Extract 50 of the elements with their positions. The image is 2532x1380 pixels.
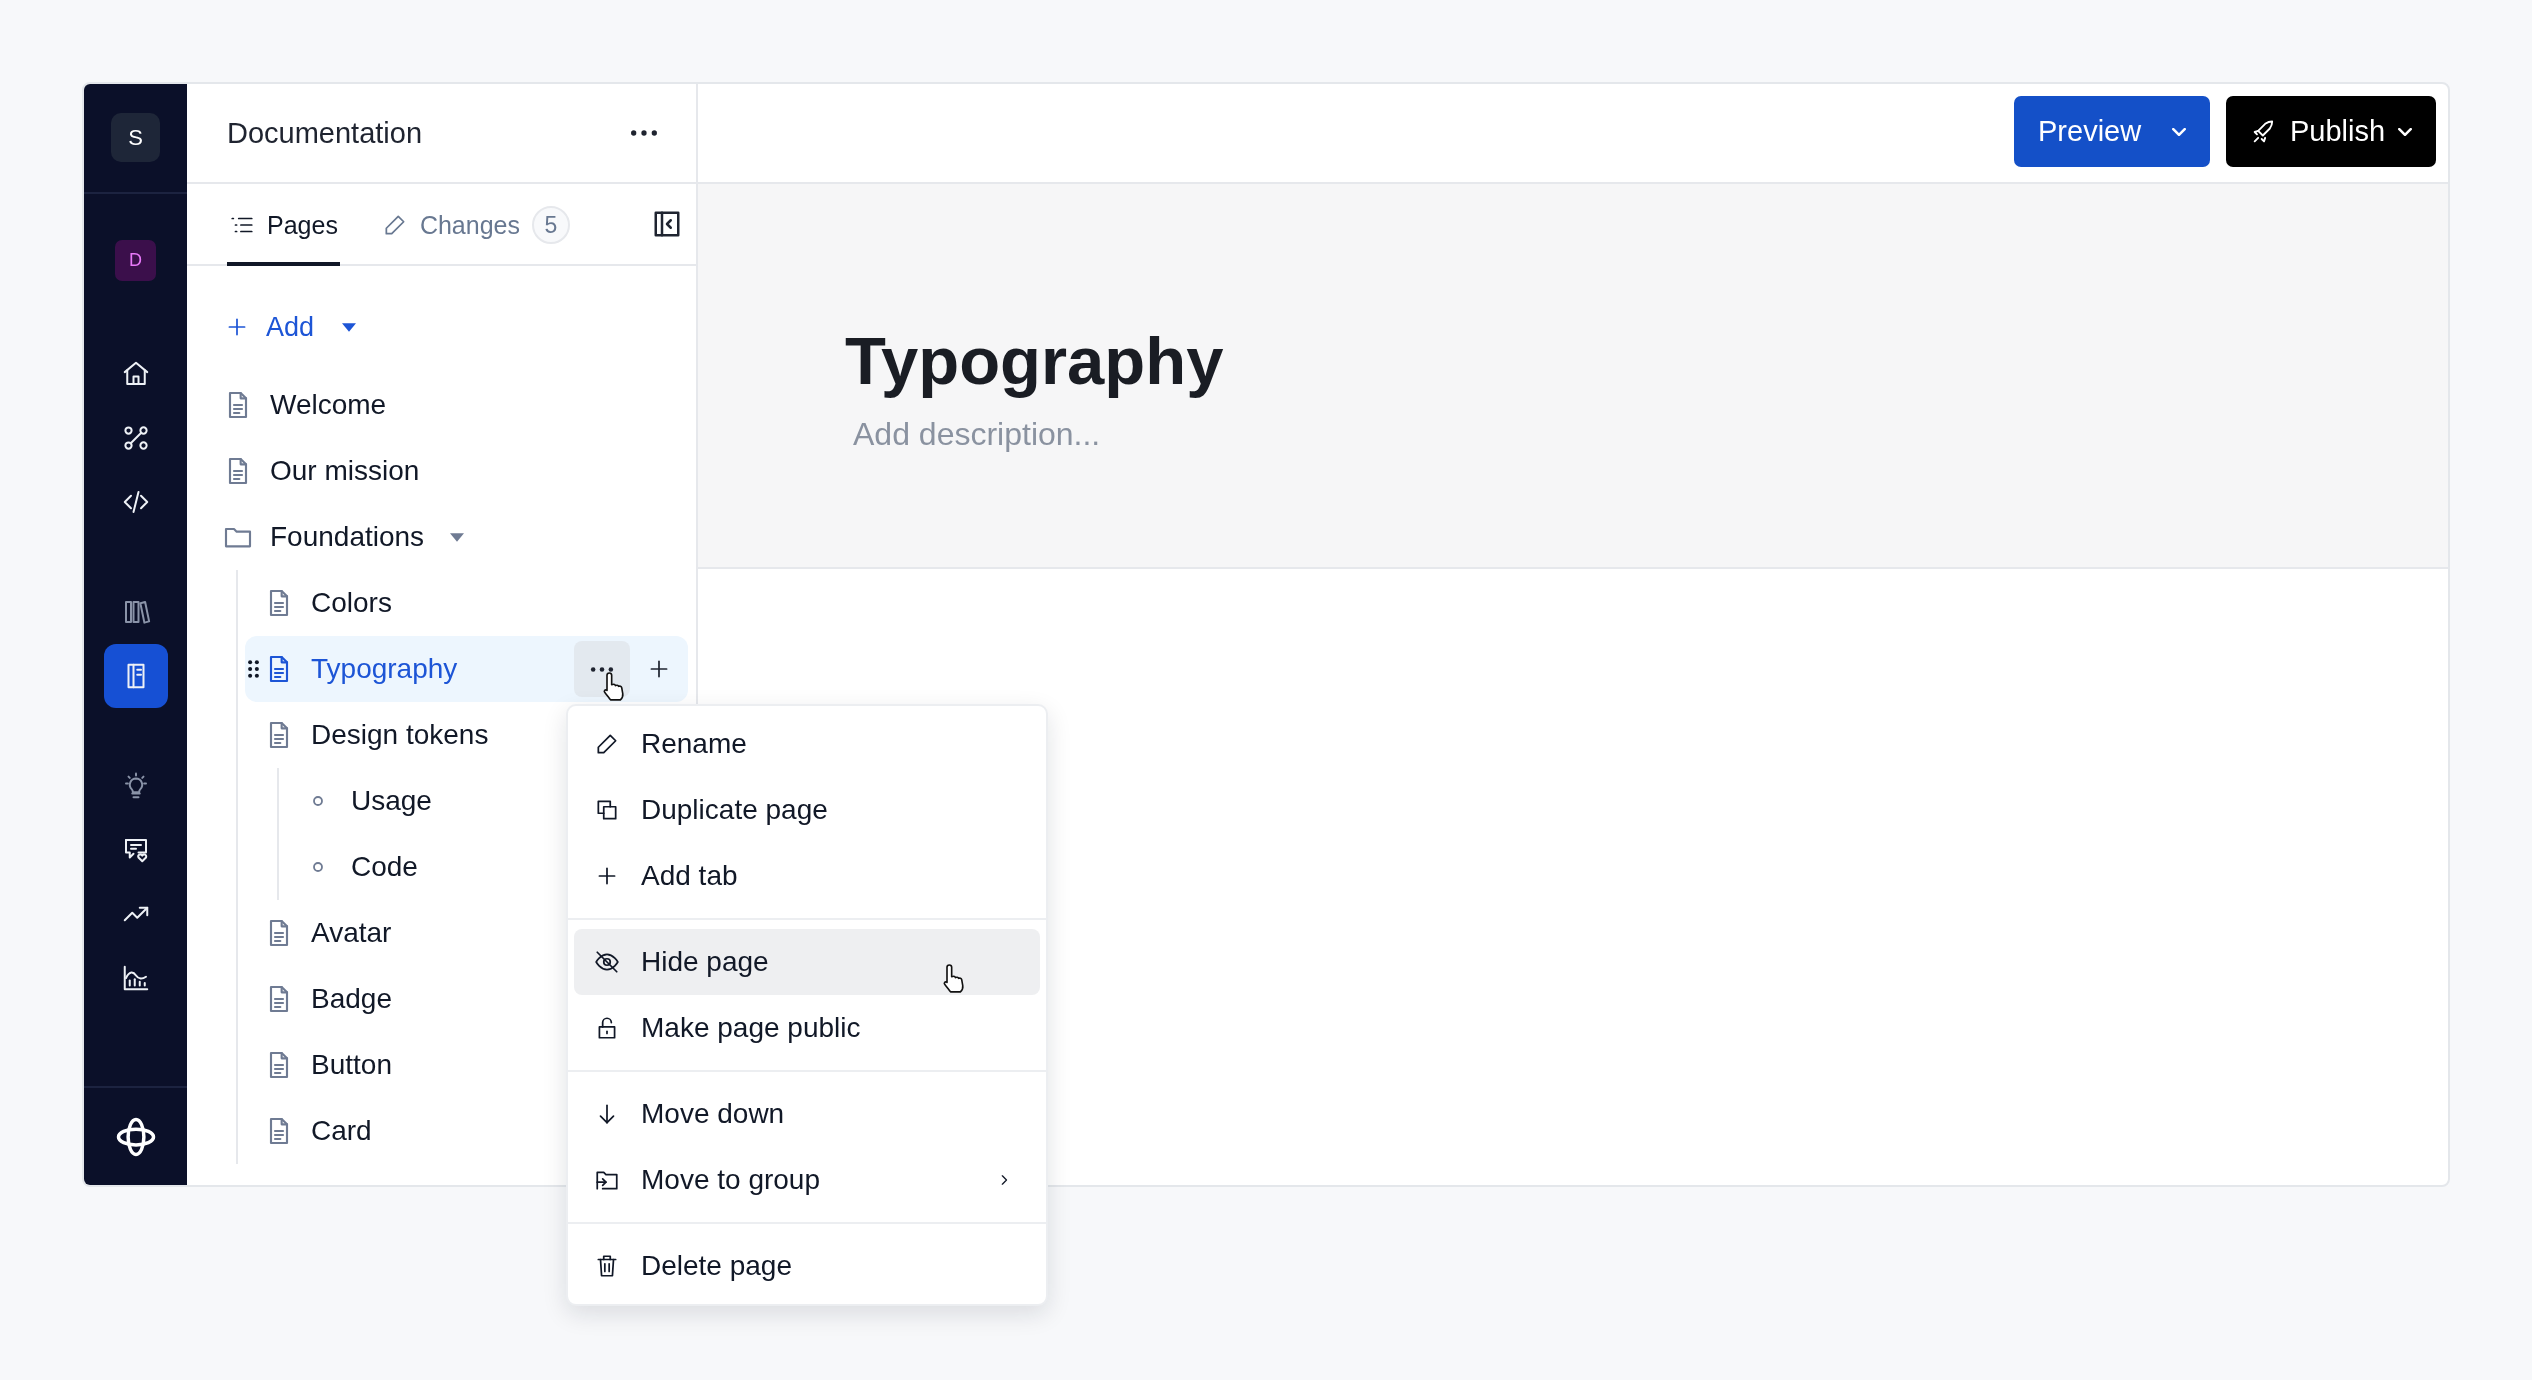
sidebar-title: Documentation [227, 116, 423, 150]
tree-label: Button [311, 1049, 392, 1081]
menu-item[interactable]: Move down [574, 1081, 1040, 1147]
sidebar-tab[interactable]: Pages [227, 184, 340, 266]
tree-label: Avatar [311, 917, 392, 949]
publish-button[interactable]: Publish [2226, 96, 2436, 167]
chevron-down-icon [2172, 127, 2186, 136]
more-button[interactable] [574, 641, 630, 697]
workspace-avatar[interactable]: S [111, 113, 160, 162]
menu-item[interactable]: Hide page [574, 929, 1040, 995]
tree-label: Badge [311, 983, 392, 1015]
description-field[interactable]: Add description... [845, 415, 1453, 453]
logo-icon[interactable] [114, 1115, 157, 1158]
trash-icon [594, 1253, 620, 1279]
page-title: Typography [845, 324, 1225, 398]
tree-label: Foundations [270, 521, 425, 553]
more-icon [590, 665, 614, 673]
tree-item[interactable]: Our mission [187, 438, 688, 504]
menu-item[interactable]: Delete page [574, 1233, 1040, 1299]
tree-item[interactable]: Colors [245, 570, 688, 636]
tree-item[interactable]: Welcome [187, 372, 688, 438]
more-icon[interactable] [630, 129, 658, 137]
tree-label: Card [311, 1115, 372, 1147]
menu-item[interactable]: Rename [574, 711, 1040, 777]
tree-label: Typography [311, 653, 458, 685]
menu-item[interactable]: Duplicate page [574, 777, 1040, 843]
project-avatar[interactable]: D [115, 240, 156, 281]
bullet-icon [312, 861, 324, 873]
menu-item[interactable]: Move to group [574, 1147, 1040, 1213]
caret-icon [342, 322, 357, 332]
menu-item[interactable]: Make page public [574, 995, 1040, 1061]
tree-item[interactable]: Typography [245, 636, 688, 702]
tree-label: Our mission [270, 455, 420, 487]
tree-label: Usage [351, 785, 432, 817]
menu-item[interactable]: Add tab [574, 843, 1040, 909]
tree-label: Colors [311, 587, 392, 619]
drag-handle-icon[interactable] [247, 660, 260, 678]
preview-button[interactable]: Preview [2014, 96, 2210, 167]
nav-button[interactable] [103, 644, 168, 708]
caret-icon[interactable] [450, 532, 465, 542]
add-button[interactable]: Add [224, 294, 357, 360]
copy-icon [594, 797, 620, 823]
tree-label: Design tokens [311, 719, 489, 751]
chevron-down-icon [2398, 127, 2412, 136]
tree-item[interactable]: Foundations [187, 504, 688, 570]
tree-label: Code [351, 851, 418, 883]
sidebar-tab[interactable]: Changes 5 [379, 184, 572, 266]
bullet-icon [312, 795, 324, 807]
tree-label: Welcome [270, 389, 387, 421]
eye-off-icon [594, 949, 620, 975]
